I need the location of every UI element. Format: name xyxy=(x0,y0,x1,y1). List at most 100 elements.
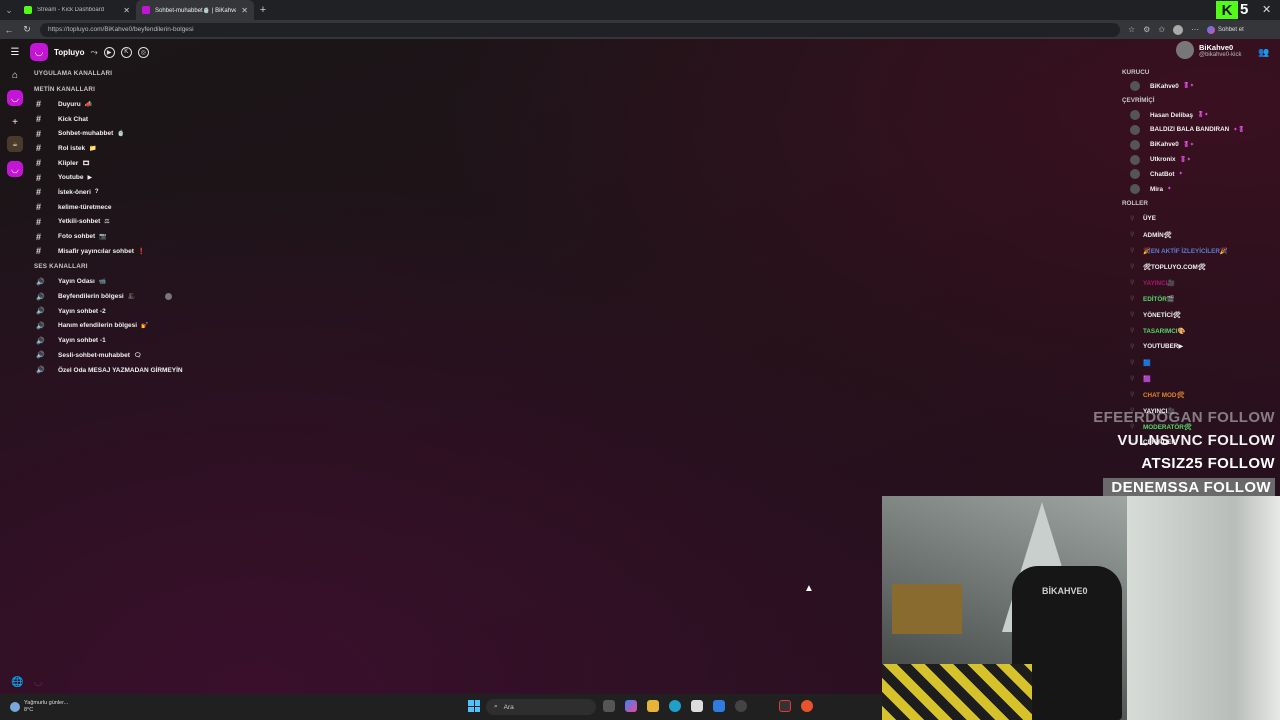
settings-icon[interactable] xyxy=(735,700,747,712)
channel-emoji: 💅 xyxy=(141,323,149,330)
role-item[interactable]: ⚲ 🟦 xyxy=(1122,355,1278,371)
tab-close-icon[interactable]: ✕ xyxy=(241,6,248,15)
topluyo-small-icon[interactable]: ◡ xyxy=(34,677,43,688)
app-channels-header[interactable]: UYGULAMA KANALLARI xyxy=(34,65,234,81)
voice-channel-item[interactable]: 🔊 Yayın Odası 📹 xyxy=(34,275,234,290)
role-item[interactable]: ⚲ 🎉EN AKTİF İZLEYİCİLER🎉 xyxy=(1122,243,1278,259)
tab-close-icon[interactable]: ✕ xyxy=(123,6,130,15)
chat-button[interactable]: Sohbet et xyxy=(1207,25,1244,34)
browser-tab-strip: ⌄ Stream - Kick Dashboard ✕ Sohbet-muhab… xyxy=(0,0,1280,20)
server-thumbnail-icon[interactable]: ☕ xyxy=(7,136,23,152)
add-server-icon[interactable]: + xyxy=(7,114,23,130)
weather-temp: 8°C xyxy=(24,707,34,713)
favorite-star-icon[interactable]: ☆ xyxy=(1128,25,1135,34)
topluyo-server-icon[interactable]: ◡ xyxy=(7,90,23,106)
more-icon[interactable]: ⋯ xyxy=(1191,25,1199,34)
member-badge: 🎖✦ xyxy=(1197,112,1209,119)
server-logo-icon[interactable]: ◡ xyxy=(30,43,48,61)
channel-emoji: 📁 xyxy=(89,145,97,152)
voice-channel-item[interactable]: 🔊 Sesli-sohbet-muhabbet 🗨 xyxy=(34,348,234,363)
share-icon[interactable]: ⤳ xyxy=(91,47,98,58)
text-channel-item[interactable]: # Klipler 🎞 xyxy=(34,156,234,171)
text-channel-item[interactable]: # Kick Chat xyxy=(34,112,234,127)
home-icon[interactable]: ⌂ xyxy=(7,67,23,83)
role-item[interactable]: ⚲ TASARIMCI🎨 xyxy=(1122,323,1278,339)
browser-profile-avatar[interactable] xyxy=(1173,24,1184,35)
members-icon[interactable]: 👥 xyxy=(1258,47,1269,58)
channel-name: Yayın Odası xyxy=(58,278,95,286)
tab-search-icon[interactable]: ⌄ xyxy=(0,0,18,20)
member-item[interactable]: BALDIZI BALA BANDIRAN ✦🎖 xyxy=(1122,123,1278,138)
kick-count: 5 xyxy=(1240,1,1249,18)
channel-name: Foto sohbet xyxy=(58,233,96,241)
member-item[interactable]: Mira ✦ xyxy=(1122,182,1278,197)
voice-channel-item[interactable]: 🔊 Yayın sohbet -1 xyxy=(34,333,234,348)
role-item[interactable]: ⚲ YOUTUBER▶ xyxy=(1122,339,1278,355)
role-item[interactable]: ⚲ YAYINCI🎥 xyxy=(1122,275,1278,291)
kick-circle-icon[interactable]: K xyxy=(120,46,132,58)
avatar xyxy=(1130,169,1140,180)
voice-channel-item[interactable]: 🔊 Özel Oda MESAJ YAZMADAN GİRMEYİN xyxy=(34,363,234,378)
hash-icon: # xyxy=(36,143,42,154)
globe-icon[interactable]: 🌐 xyxy=(11,677,23,688)
text-channel-item[interactable]: # Duyuru 📣 xyxy=(34,97,234,112)
webcam-box xyxy=(892,584,962,634)
user-profile[interactable]: BiKahve0 @bikahve0-kick xyxy=(1176,41,1241,59)
menu-icon[interactable]: ☰ xyxy=(7,44,23,60)
role-item[interactable]: ⚲ ADMİN🛠 xyxy=(1122,227,1278,243)
taskbar-search[interactable]: ⌕ Ara xyxy=(486,699,596,715)
text-channel-item[interactable]: # kelime-türetmece xyxy=(34,200,234,215)
role-item[interactable]: ⚲ ÜYE xyxy=(1122,211,1278,227)
member-item[interactable]: ChatBot ✦ xyxy=(1122,167,1278,182)
new-tab-button[interactable]: + xyxy=(254,4,272,16)
text-channel-item[interactable]: # Rol istek 📁 xyxy=(34,141,234,156)
voice-channels-header[interactable]: SES KANALLARI xyxy=(34,259,234,275)
text-channel-item[interactable]: # Foto sohbet 📷 xyxy=(34,229,234,244)
member-item[interactable]: BiKahve0 🎖✦ xyxy=(1122,79,1278,94)
favorites-icon[interactable]: ✩ xyxy=(1158,25,1165,34)
reload-icon[interactable]: ↻ xyxy=(18,24,36,35)
role-item[interactable]: ⚲ CHAT MOD🛠 xyxy=(1122,387,1278,403)
weather-widget[interactable]: Yağmurlu günler... 8°C xyxy=(10,700,68,714)
copilot-icon[interactable] xyxy=(625,700,637,712)
role-item[interactable]: ⚲ 🟪 xyxy=(1122,371,1278,387)
text-channel-item[interactable]: # Youtube ▶ xyxy=(34,170,234,185)
windows-start-icon[interactable] xyxy=(468,700,480,712)
text-channel-item[interactable]: # Yetkili-sohbet ⚖ xyxy=(34,215,234,230)
text-channels-header[interactable]: METİN KANALLARI xyxy=(34,81,234,97)
hash-icon: # xyxy=(36,172,42,183)
text-channel-item[interactable]: # İstek-öneri? xyxy=(34,185,234,200)
mail-icon[interactable] xyxy=(713,700,725,712)
text-channel-item[interactable]: # Misafir yayıncılar sohbet ❗ xyxy=(34,244,234,259)
instagram-circle-icon[interactable]: ◎ xyxy=(137,46,149,58)
member-item[interactable]: Utkronix 🎖✦ xyxy=(1122,152,1278,167)
back-icon[interactable]: ← xyxy=(0,25,18,35)
role-item[interactable]: ⚲ YÖNETİCİ🛠 xyxy=(1122,307,1278,323)
hash-icon: # xyxy=(36,114,42,125)
member-item[interactable]: Hasan Delibaş 🎖✦ xyxy=(1122,108,1278,123)
text-channel-item[interactable]: # Sohbet-muhabbet 🍵 xyxy=(34,126,234,141)
file-explorer-icon[interactable] xyxy=(647,700,659,712)
avatar xyxy=(165,293,173,301)
role-item[interactable]: ⚲ 🛠TOPLUYO.COM🛠 xyxy=(1122,259,1278,275)
obs-icon[interactable] xyxy=(801,700,813,712)
youtube-circle-icon[interactable]: ▶ xyxy=(103,46,115,58)
task-view-icon[interactable] xyxy=(603,700,615,712)
voice-channel-item[interactable]: 🔊 Beyfendilerin bölgesi 🎩 xyxy=(34,289,234,304)
member-item[interactable]: BiKahve0 🎖✦ xyxy=(1122,137,1278,152)
edge-icon[interactable] xyxy=(669,700,681,712)
voice-channel-item[interactable]: 🔊 Yayın sohbet -2 xyxy=(34,304,234,319)
kick-favicon-icon xyxy=(24,6,32,14)
topluyo-server-icon[interactable]: ◡ xyxy=(7,161,23,177)
extensions-icon[interactable]: ⚙ xyxy=(1143,25,1150,34)
role-item[interactable]: ⚲ EDİTÖR🎬 xyxy=(1122,291,1278,307)
browser-tab-kick-dashboard[interactable]: Stream - Kick Dashboard ✕ xyxy=(18,0,136,20)
url-input[interactable]: https://topluyo.com/BiKahve0/beyfendiler… xyxy=(40,22,1120,37)
voice-channel-item[interactable]: 🔊 Hanım efendilerin bölgesi 💅 xyxy=(34,319,234,334)
copilot-icon xyxy=(1207,25,1216,34)
window-close-icon[interactable]: ✕ xyxy=(1262,3,1271,16)
channel-emoji: 🎩 xyxy=(127,294,136,301)
browser-tab-topluyo[interactable]: Sohbet-muhabbet🍵 | BiKahve0/To... ✕ xyxy=(136,0,254,20)
store-icon[interactable] xyxy=(691,700,703,712)
app-icon[interactable] xyxy=(779,700,791,712)
